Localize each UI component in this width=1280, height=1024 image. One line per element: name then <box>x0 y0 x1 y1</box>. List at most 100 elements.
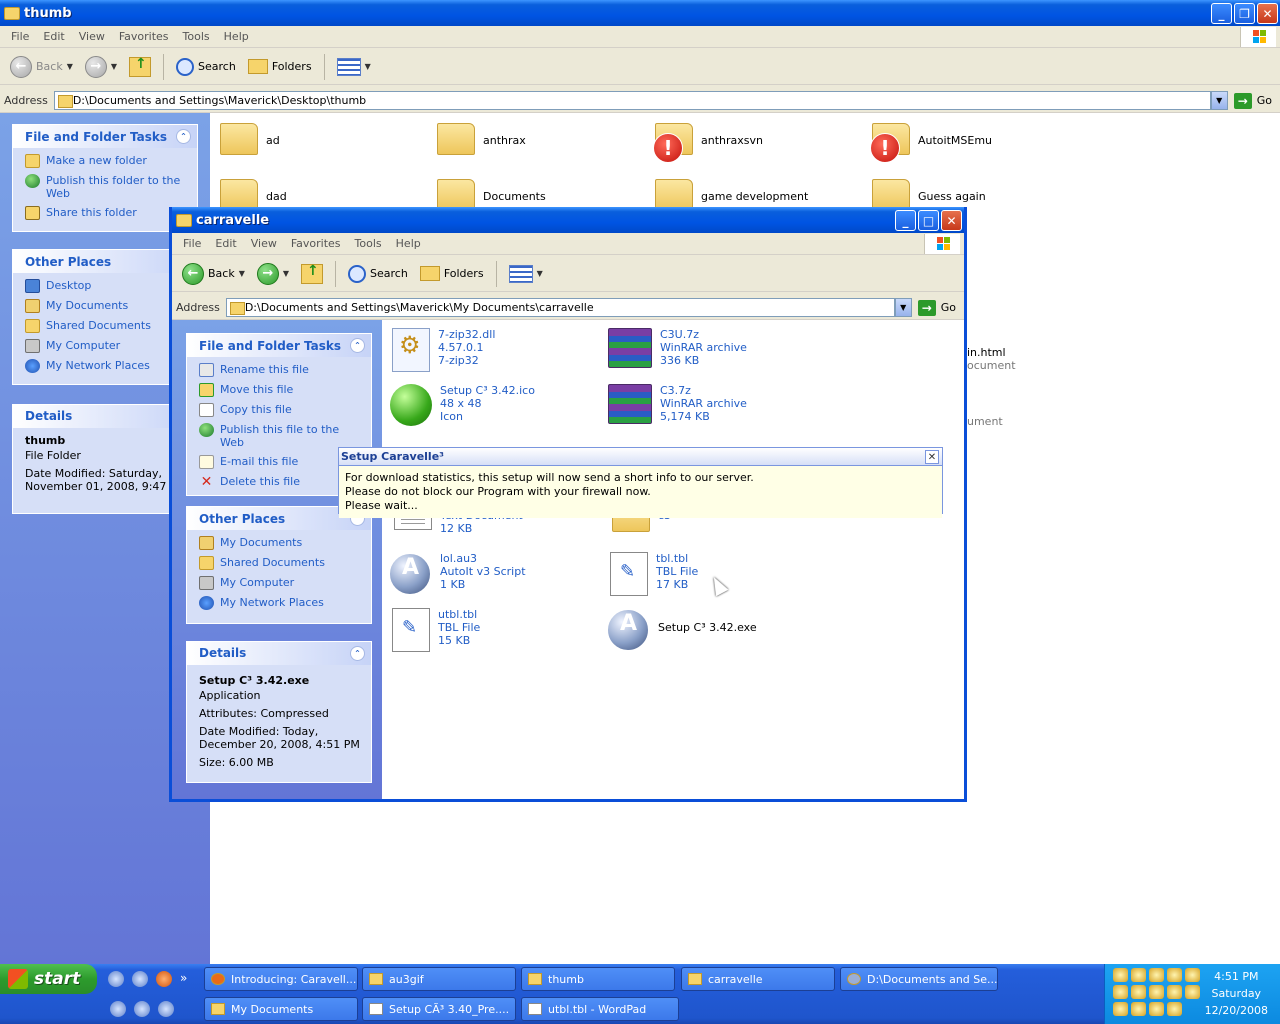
place-shared-documents[interactable]: Shared Documents <box>25 319 187 333</box>
place-my-documents[interactable]: My Documents <box>199 536 361 550</box>
taskbar-button-au3gif[interactable]: au3gif <box>362 967 516 991</box>
dialog-close-button[interactable]: ✕ <box>925 450 939 464</box>
place-my-computer[interactable]: My Computer <box>199 576 361 590</box>
tray-icon[interactable] <box>1167 985 1182 999</box>
copy-file-link[interactable]: Copy this file <box>199 403 361 417</box>
thumb-titlebar[interactable]: thumb _ ❐ ✕ <box>0 0 1280 26</box>
minimize-button[interactable]: _ <box>895 210 916 231</box>
tray-icon[interactable] <box>1149 985 1164 999</box>
menu-favorites[interactable]: Favorites <box>112 30 176 43</box>
place-desktop[interactable]: Desktop <box>25 279 187 293</box>
place-my-network[interactable]: My Network Places <box>199 596 361 610</box>
delete-file-link[interactable]: ✕ Delete this file <box>199 475 361 489</box>
help-icon[interactable] <box>134 1001 150 1017</box>
restore-button[interactable]: ❐ <box>1234 3 1255 24</box>
tray-icon[interactable] <box>1185 985 1200 999</box>
firefox-icon[interactable] <box>156 971 172 987</box>
place-my-network[interactable]: My Network Places <box>25 359 187 373</box>
taskbar-button-my-documents[interactable]: My Documents <box>204 997 358 1021</box>
go-button[interactable]: → Go <box>1228 92 1280 109</box>
file-item[interactable]: C3.7z WinRAR archive 5,174 KB <box>608 384 747 424</box>
forward-button[interactable]: → ▼ <box>253 261 293 287</box>
menu-help[interactable]: Help <box>389 237 428 250</box>
tray-icon[interactable] <box>1131 985 1146 999</box>
address-dropdown-button[interactable]: ▼ <box>894 298 912 317</box>
tray-icon[interactable] <box>1113 985 1128 999</box>
minimize-button[interactable]: _ <box>1211 3 1232 24</box>
dialog-titlebar[interactable]: Setup Caravelle³ <box>339 448 942 466</box>
file-item[interactable]: tbl.tblTBL File17 KB <box>610 552 698 596</box>
panel-header[interactable]: File and Folder Tasks ⌃ <box>187 334 371 357</box>
chevron-down-icon[interactable]: ▼ <box>111 62 117 71</box>
file-item[interactable]: C3U.7z WinRAR archive 336 KB <box>608 328 747 368</box>
folders-button[interactable]: Folders <box>244 57 316 76</box>
taskbar-button-setup[interactable]: Setup CÃ³ 3.40_Pre.... <box>362 997 516 1021</box>
collapse-icon[interactable]: ⌃ <box>350 646 365 661</box>
taskbar-button-firefox[interactable]: Introducing: Caravell... <box>204 967 358 991</box>
app-icon[interactable] <box>158 1001 174 1017</box>
up-button[interactable] <box>297 262 327 286</box>
taskbar-button-documents-path[interactable]: D:\Documents and Se... <box>840 967 998 991</box>
chevron-down-icon[interactable]: ▼ <box>239 269 245 278</box>
forward-button[interactable]: → ▼ <box>81 54 121 80</box>
move-file-link[interactable]: Move this file <box>199 383 361 397</box>
menu-tools[interactable]: Tools <box>348 237 389 250</box>
place-my-computer[interactable]: My Computer <box>25 339 187 353</box>
search-button[interactable]: Search <box>344 263 412 285</box>
app-icon[interactable] <box>110 1001 126 1017</box>
start-button[interactable]: start <box>0 964 97 994</box>
address-input[interactable]: D:\Documents and Settings\Maverick\My Do… <box>225 298 895 317</box>
publish-file-link[interactable]: Publish this file to the Web <box>199 423 361 449</box>
make-new-folder-link[interactable]: Make a new folder <box>25 154 187 168</box>
go-button[interactable]: → Go <box>912 299 964 316</box>
tray-icon[interactable] <box>1131 968 1146 982</box>
taskbar-button-thumb[interactable]: thumb <box>521 967 675 991</box>
menu-file[interactable]: File <box>176 237 208 250</box>
menu-view[interactable]: View <box>244 237 284 250</box>
menu-tools[interactable]: Tools <box>176 30 217 43</box>
ie-icon[interactable] <box>132 971 148 987</box>
place-shared-documents[interactable]: Shared Documents <box>199 556 361 570</box>
taskbar-button-wordpad[interactable]: utbl.tbl - WordPad <box>521 997 679 1021</box>
tray-icon[interactable] <box>1149 1002 1164 1016</box>
menu-edit[interactable]: Edit <box>36 30 71 43</box>
tray-icon[interactable] <box>1149 968 1164 982</box>
folder-item[interactable]: ad <box>220 123 280 155</box>
address-dropdown-button[interactable]: ▼ <box>1210 91 1228 110</box>
tray-icon[interactable] <box>1185 968 1200 982</box>
menu-help[interactable]: Help <box>217 30 256 43</box>
tray-icon[interactable] <box>1113 1002 1128 1016</box>
tray-icon[interactable] <box>1131 1002 1146 1016</box>
publish-folder-link[interactable]: Publish this folder to the Web <box>25 174 187 200</box>
chevron-down-icon[interactable]: ▼ <box>283 269 289 278</box>
close-button[interactable]: ✕ <box>1257 3 1278 24</box>
carravelle-titlebar[interactable]: carravelle _ □ ✕ <box>172 207 964 233</box>
views-button[interactable]: ▼ <box>505 263 547 285</box>
file-item[interactable]: 7-zip32.dll4.57.0.17-zip32 <box>392 328 495 372</box>
views-button[interactable]: ▼ <box>333 56 375 78</box>
panel-header[interactable]: File and Folder Tasks ⌃ <box>13 125 197 148</box>
menu-view[interactable]: View <box>72 30 112 43</box>
folder-item[interactable]: AutoitMSEmu <box>870 123 992 163</box>
place-my-documents[interactable]: My Documents <box>25 299 187 313</box>
chevron-down-icon[interactable]: ▼ <box>67 62 73 71</box>
up-button[interactable] <box>125 55 155 79</box>
tray-icon[interactable] <box>1167 1002 1182 1016</box>
panel-header[interactable]: Details ⌃ <box>187 642 371 665</box>
file-item[interactable]: Setup C³ 3.42.exe <box>606 608 757 652</box>
clock[interactable]: 4:51 PM Saturday 12/20/2008 <box>1205 968 1268 1019</box>
file-item[interactable]: Setup C³ 3.42.ico 48 x 48 Icon <box>390 384 535 426</box>
folders-button[interactable]: Folders <box>416 264 488 283</box>
search-button[interactable]: Search <box>172 56 240 78</box>
back-button[interactable]: ← Back ▼ <box>178 261 249 287</box>
tray-icon[interactable] <box>1113 968 1128 982</box>
rename-file-link[interactable]: Rename this file <box>199 363 361 377</box>
menu-file[interactable]: File <box>4 30 36 43</box>
address-input[interactable]: D:\Documents and Settings\Maverick\Deskt… <box>53 91 1211 110</box>
collapse-icon[interactable]: ⌃ <box>350 338 365 353</box>
back-button[interactable]: ← Back ▼ <box>6 54 77 80</box>
maximize-button[interactable]: □ <box>918 210 939 231</box>
email-file-link[interactable]: E-mail this file <box>199 455 361 469</box>
show-desktop-icon[interactable] <box>108 971 124 987</box>
taskbar-button-carravelle[interactable]: carravelle <box>681 967 835 991</box>
